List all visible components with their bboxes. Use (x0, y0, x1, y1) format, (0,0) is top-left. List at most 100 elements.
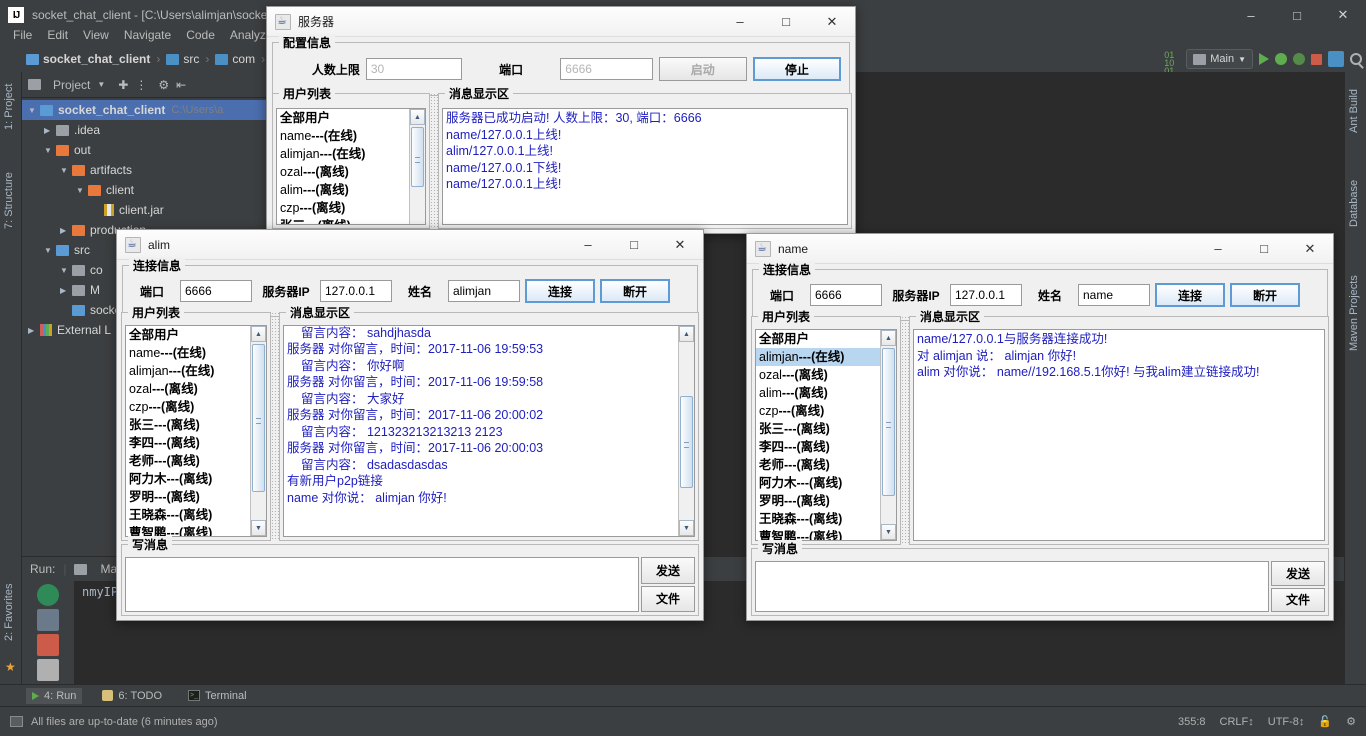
gear-icon[interactable]: ⚙ (158, 78, 169, 92)
server-user-item[interactable]: alimjan---(在线) (277, 145, 425, 163)
alim-port-input[interactable]: 6666 (180, 280, 252, 302)
scroll-up-arrow-icon[interactable]: ▲ (251, 326, 266, 342)
server-message-area[interactable]: 服务器已成功启动! 人数上限：30, 端口：6666 name/127.0.0.1… (442, 108, 848, 225)
binary-icon[interactable]: 01 10 01 (1164, 51, 1180, 76)
breadcrumb-item-src[interactable]: src (166, 52, 199, 66)
name-userlist-scrollbar[interactable]: ▲ ▼ (880, 330, 896, 540)
server-close-icon[interactable]: ✕ (809, 7, 855, 37)
alim-user-item[interactable]: 罗明---(离线) (126, 488, 266, 506)
name-name-input[interactable]: name (1078, 284, 1150, 306)
name-ip-input[interactable]: 127.0.0.1 (950, 284, 1022, 306)
name-client-window[interactable]: name – □ ✕ 连接信息 端口 6666 服务器IP 127.0.0.1 … (746, 233, 1334, 621)
server-user-item[interactable]: alim---(离线) (277, 181, 425, 199)
chevron-down-icon[interactable]: ▼ (44, 146, 56, 155)
bottom-tab-run[interactable]: 4: Run (26, 687, 83, 704)
coverage-icon[interactable] (1293, 53, 1305, 65)
menu-navigate[interactable]: Navigate (117, 26, 178, 44)
alim-user-item[interactable]: 张三---(离线) (126, 416, 266, 434)
rerun-icon[interactable] (37, 584, 59, 606)
stop-icon[interactable] (37, 634, 59, 656)
alim-file-button[interactable]: 文件 (641, 585, 695, 612)
alim-message-scrollbar[interactable]: ▲ ▼ (678, 326, 694, 536)
alim-split-divider[interactable] (271, 312, 279, 541)
server-minimize-icon[interactable]: – (717, 7, 763, 37)
scroll-up-arrow-icon[interactable]: ▲ (881, 330, 896, 346)
rail-database[interactable]: Database (1348, 168, 1366, 238)
scroll-down-arrow-icon[interactable]: ▼ (881, 524, 896, 540)
alim-name-input[interactable]: alimjan (448, 280, 520, 302)
alim-message-area[interactable]: 服务器 对你留言，时间：2017-11-06 19:35:15留言内容： sah… (283, 325, 695, 537)
name-window-titlebar[interactable]: name – □ ✕ (747, 234, 1333, 264)
scrollbar-thumb[interactable] (882, 348, 895, 496)
server-window-titlebar[interactable]: 服务器 – □ ✕ (267, 7, 855, 37)
name-user-item[interactable]: alim---(离线) (756, 384, 896, 402)
tree-node[interactable]: ▼ client (22, 180, 270, 200)
start-button[interactable]: 启动 (658, 57, 747, 81)
name-user-item[interactable]: 张三---(离线) (756, 420, 896, 438)
chevron-right-icon[interactable]: ▶ (28, 326, 40, 335)
tree-node[interactable]: ▶ .idea (22, 120, 270, 140)
name-user-item[interactable]: 全部用户 (756, 330, 896, 348)
run-configuration-selector[interactable]: Main ▼ (1186, 49, 1253, 69)
layout-icon[interactable] (1328, 51, 1344, 67)
name-maximize-icon[interactable]: □ (1241, 234, 1287, 264)
alim-user-item[interactable]: 全部用户 (126, 326, 266, 344)
alim-ip-input[interactable]: 127.0.0.1 (320, 280, 392, 302)
server-maximize-icon[interactable]: □ (763, 7, 809, 37)
server-user-item[interactable]: 全部用户 (277, 109, 425, 127)
alim-user-item[interactable]: 李四---(离线) (126, 434, 266, 452)
hide-icon[interactable]: ⇤ (176, 78, 186, 92)
alim-user-item[interactable]: czp---(离线) (126, 398, 266, 416)
tree-node[interactable]: ▼ out (22, 140, 270, 160)
chevron-right-icon[interactable]: ▶ (60, 286, 72, 295)
chevron-down-icon[interactable]: ▼ (44, 246, 56, 255)
name-send-button[interactable]: 发送 (1271, 561, 1325, 586)
stop-button[interactable]: 停止 (752, 57, 842, 81)
scroll-up-arrow-icon[interactable]: ▲ (410, 109, 425, 125)
bottom-tab-terminal[interactable]: >_ Terminal (182, 688, 253, 704)
chevron-down-icon[interactable]: ▼ (60, 166, 72, 175)
debug-icon[interactable] (1275, 53, 1287, 65)
pause-icon[interactable] (37, 659, 59, 681)
collapse-all-icon[interactable]: ⋮ (135, 78, 147, 92)
name-user-list[interactable]: 全部用户 alimjan---(在线) ozal---(离线) alim---(离线)… (755, 329, 897, 541)
name-port-input[interactable]: 6666 (810, 284, 882, 306)
tree-node[interactable]: ▼ artifacts (22, 160, 270, 180)
rail-structure[interactable]: 7: Structure (3, 162, 21, 240)
alim-close-icon[interactable]: ✕ (657, 230, 703, 260)
scroll-down-arrow-icon[interactable]: ▼ (251, 520, 266, 536)
file-encoding[interactable]: UTF-8↕ (1268, 716, 1305, 728)
run-icon[interactable] (1259, 53, 1269, 65)
name-connect-button[interactable]: 连接 (1155, 283, 1225, 307)
line-separator[interactable]: CRLF↕ (1220, 716, 1254, 728)
menu-code[interactable]: Code (179, 26, 222, 44)
server-user-item[interactable]: ozal---(离线) (277, 163, 425, 181)
alim-disconnect-button[interactable]: 断开 (600, 279, 670, 303)
alim-client-window[interactable]: alim – □ ✕ 连接信息 端口 6666 服务器IP 127.0.0.1 … (116, 229, 704, 621)
alim-send-button[interactable]: 发送 (641, 557, 695, 584)
alim-message-input[interactable] (125, 557, 639, 612)
tree-node[interactable]: client.jar (22, 200, 270, 220)
locate-icon[interactable]: ✚ (118, 78, 128, 92)
search-icon[interactable] (1350, 53, 1362, 65)
name-user-item[interactable]: 阿力木---(离线) (756, 474, 896, 492)
chevron-down-icon[interactable]: ▼ (76, 186, 88, 195)
alim-connect-button[interactable]: 连接 (525, 279, 595, 303)
inspection-icon[interactable]: ⚙ (1346, 715, 1356, 728)
bottom-tab-todo[interactable]: 6: TODO (96, 688, 168, 704)
name-file-button[interactable]: 文件 (1271, 587, 1325, 612)
name-message-input[interactable] (755, 561, 1269, 612)
server-split-divider[interactable] (430, 93, 438, 229)
chevron-down-icon[interactable]: ▼ (60, 266, 72, 275)
alim-user-item[interactable]: 老师---(离线) (126, 452, 266, 470)
name-user-item[interactable]: 老师---(离线) (756, 456, 896, 474)
alim-userlist-scrollbar[interactable]: ▲ ▼ (250, 326, 266, 536)
scrollbar-thumb[interactable] (252, 344, 265, 492)
alim-user-item[interactable]: 阿力木---(离线) (126, 470, 266, 488)
alim-user-item[interactable]: ozal---(离线) (126, 380, 266, 398)
name-close-icon[interactable]: ✕ (1287, 234, 1333, 264)
server-user-item[interactable]: name---(在线) (277, 127, 425, 145)
alim-minimize-icon[interactable]: – (565, 230, 611, 260)
alim-user-item[interactable]: 王晓森---(离线) (126, 506, 266, 524)
server-window[interactable]: 服务器 – □ ✕ 配置信息 人数上限 30 端口 6666 启动 停止 用户列… (266, 6, 856, 234)
